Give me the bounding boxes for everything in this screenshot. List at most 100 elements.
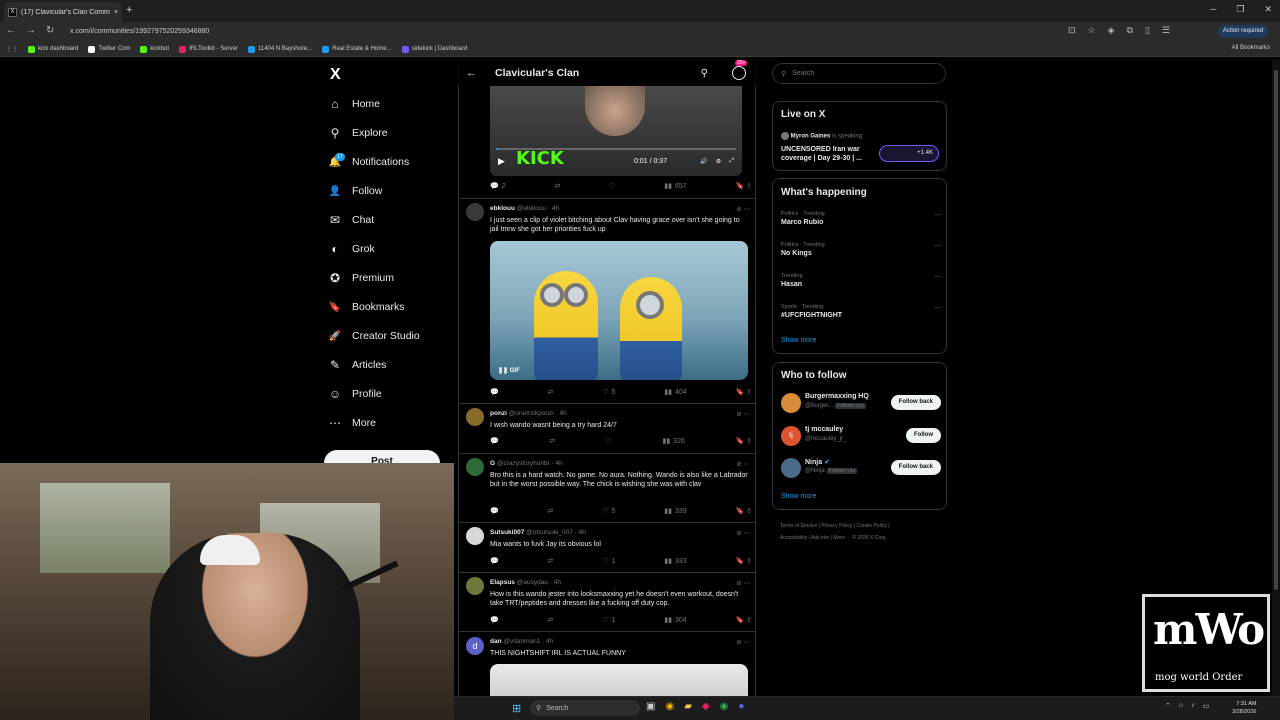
- bookmark-item[interactable]: Twitter Com: [88, 45, 130, 53]
- avatar[interactable]: [466, 577, 484, 595]
- like-button[interactable]: ♡ 1: [602, 616, 615, 625]
- live-event-title[interactable]: UNCENSORED Iran war coverage | Day 29-30…: [781, 145, 877, 163]
- profile-menu-icon[interactable]: ☰: [1162, 25, 1170, 36]
- views-count[interactable]: ▮▮ 333: [664, 557, 686, 566]
- gif-media[interactable]: ❚❚ GIF: [490, 241, 748, 380]
- nav-follow[interactable]: 👤 Follow: [328, 178, 448, 204]
- tab-close-icon[interactable]: ×: [114, 9, 118, 16]
- nav-more[interactable]: ⋯ More: [328, 410, 448, 436]
- nav-chat[interactable]: ✉ Chat: [328, 207, 448, 233]
- chrome-icon[interactable]: ◉: [720, 701, 729, 712]
- taskbar-clock[interactable]: 7:31 AM 3/28/2026: [1232, 700, 1256, 716]
- nav-profile[interactable]: ☺ Profile: [328, 381, 448, 407]
- action-required-button[interactable]: Action required: [1218, 25, 1268, 38]
- nav-premium[interactable]: ✪ Premium: [328, 265, 448, 291]
- follow-suggestion[interactable]: Burgermaxxing HQ @burger... Follows you F…: [781, 391, 941, 415]
- bookmark-item[interactable]: sidekick | Dashboard: [401, 45, 467, 53]
- author-handle[interactable]: @crazystoryhuhbr · 4h: [497, 460, 563, 467]
- browser-tab[interactable]: X (17) Clavicular's Clan Communi... ×: [4, 2, 122, 22]
- author-handle[interactable]: @vdanman1 · 4h: [503, 638, 553, 645]
- footer-link[interactable]: Accessibility: [780, 535, 807, 541]
- chevron-up-icon[interactable]: ⌃: [1165, 702, 1171, 710]
- repost-button[interactable]: ⇄: [554, 182, 560, 190]
- discord-icon[interactable]: ●: [738, 701, 744, 712]
- more-options-icon[interactable]: ⊘ ⋯: [736, 205, 750, 213]
- like-button[interactable]: ♡ 1: [602, 557, 615, 566]
- all-bookmarks-link[interactable]: All Bookmarks: [1232, 45, 1270, 51]
- avatar[interactable]: [781, 393, 801, 413]
- like-button[interactable]: ♡ 5: [602, 507, 615, 516]
- footer-link[interactable]: Privacy Policy: [821, 523, 852, 529]
- more-options-icon[interactable]: ⋯: [934, 273, 941, 281]
- repost-button[interactable]: ⇄: [549, 437, 555, 445]
- more-options-icon[interactable]: ⊘ ⋯: [736, 579, 750, 587]
- show-more-link[interactable]: Show more: [781, 493, 816, 500]
- bookmark-share[interactable]: 🔖 ⇪: [735, 557, 752, 565]
- folder-icon[interactable]: ▰: [684, 701, 692, 712]
- fullscreen-icon[interactable]: ⤢: [729, 158, 734, 165]
- footer-link[interactable]: Cookie Policy: [857, 523, 887, 529]
- search-input[interactable]: ⚲ Search: [772, 63, 946, 84]
- repost-button[interactable]: ⇄: [548, 616, 554, 624]
- bookmark-item[interactable]: IRLToolkit - Server: [179, 45, 238, 53]
- avatar[interactable]: tj: [781, 426, 801, 446]
- reply-button[interactable]: 💬: [490, 507, 499, 515]
- like-button[interactable]: ♡: [609, 182, 615, 190]
- author-name[interactable]: ponzi: [490, 410, 507, 417]
- follow-suggestion[interactable]: tj tj mccauley @mccauley_jr_ Follow: [781, 424, 941, 448]
- star-icon[interactable]: ☆: [1088, 25, 1096, 36]
- nav-articles[interactable]: ✎ Articles: [328, 352, 448, 378]
- puzzle-icon[interactable]: ⧉: [1127, 25, 1133, 36]
- like-button[interactable]: ♡: [606, 437, 612, 445]
- taskbar-search[interactable]: ⚲ Search: [530, 700, 640, 716]
- x-logo-icon[interactable]: X: [330, 66, 341, 84]
- bookmark-item[interactable]: kickbot: [140, 45, 169, 53]
- bookmark-share[interactable]: 🔖 ⇪: [735, 616, 752, 624]
- author-handle[interactable]: @ebklouu · 4h: [517, 205, 559, 212]
- repost-button[interactable]: ⇄: [548, 557, 554, 565]
- app-icon[interactable]: ◆: [702, 701, 710, 712]
- battery-icon[interactable]: ▭: [1203, 702, 1210, 710]
- avatar[interactable]: d: [466, 637, 484, 655]
- author-name[interactable]: dan: [490, 638, 502, 645]
- reply-button[interactable]: 💬 2: [490, 182, 506, 191]
- trend-item[interactable]: Politics · Trending No Kings ⋯: [781, 242, 941, 257]
- extension-icon[interactable]: ◈: [1108, 25, 1115, 36]
- windows-start-icon[interactable]: ⊞: [512, 702, 521, 715]
- trend-item[interactable]: Politics · Trending Marco Rubio ⋯: [781, 211, 941, 226]
- follow-back-button[interactable]: Follow back: [890, 395, 941, 410]
- trend-item[interactable]: Sports · Trending #UFCFIGHTNIGHT ⋯: [781, 304, 941, 319]
- back-arrow-icon[interactable]: ←: [6, 25, 16, 36]
- avatar[interactable]: [466, 408, 484, 426]
- reload-icon[interactable]: ↻: [46, 25, 54, 36]
- bookmark-item[interactable]: 11404 N Bayshore...: [247, 45, 312, 53]
- account-name[interactable]: Burgermaxxing HQ: [805, 393, 869, 400]
- views-count[interactable]: ▮▮ 657: [664, 182, 686, 191]
- author-handle[interactable]: @onetrickponzi · 4h: [509, 410, 567, 417]
- more-options-icon[interactable]: ⋯: [934, 304, 941, 312]
- new-tab-button[interactable]: +: [126, 4, 132, 16]
- reply-button[interactable]: 💬: [490, 388, 499, 396]
- follow-back-button[interactable]: Follow back: [890, 460, 941, 475]
- post[interactable]: d dan @vdanman1 · 4h ⊘ ⋯ THIS NIGHTSHIFT …: [462, 636, 752, 666]
- author-name[interactable]: ebklouu: [490, 205, 515, 212]
- back-arrow-icon[interactable]: ←: [466, 67, 477, 79]
- chrome-icon[interactable]: ◉: [665, 701, 674, 712]
- bookmark-share[interactable]: 🔖 ⇪: [735, 507, 752, 515]
- more-options-icon[interactable]: ⊘ ⋯: [736, 529, 750, 537]
- sidepanel-icon[interactable]: ▯: [1145, 25, 1150, 36]
- views-count[interactable]: ▮▮ 339: [664, 507, 686, 516]
- forward-arrow-icon[interactable]: →: [26, 25, 36, 36]
- more-options-icon[interactable]: ⋯: [934, 211, 941, 219]
- bookmark-share[interactable]: 🔖 ⇪: [735, 182, 752, 190]
- url-field[interactable]: x.com/i/communities/1992797520259346880: [70, 25, 1070, 39]
- show-more-link[interactable]: Show more: [781, 337, 816, 344]
- volume-icon[interactable]: ♪: [1191, 702, 1195, 710]
- nav-explore[interactable]: ⚲ Explore: [328, 120, 448, 146]
- like-button[interactable]: ♡ 5: [602, 388, 615, 397]
- apps-icon[interactable]: ⋮⋮: [6, 46, 18, 53]
- views-count[interactable]: ▮▮ 326: [663, 437, 685, 446]
- page-scrollbar[interactable]: [1272, 60, 1280, 696]
- video-player[interactable]: ▶ KICK 0:01 / 0:37 🔊 ⚙ ⤢: [490, 86, 742, 176]
- footer-link[interactable]: Terms of Service: [780, 523, 817, 529]
